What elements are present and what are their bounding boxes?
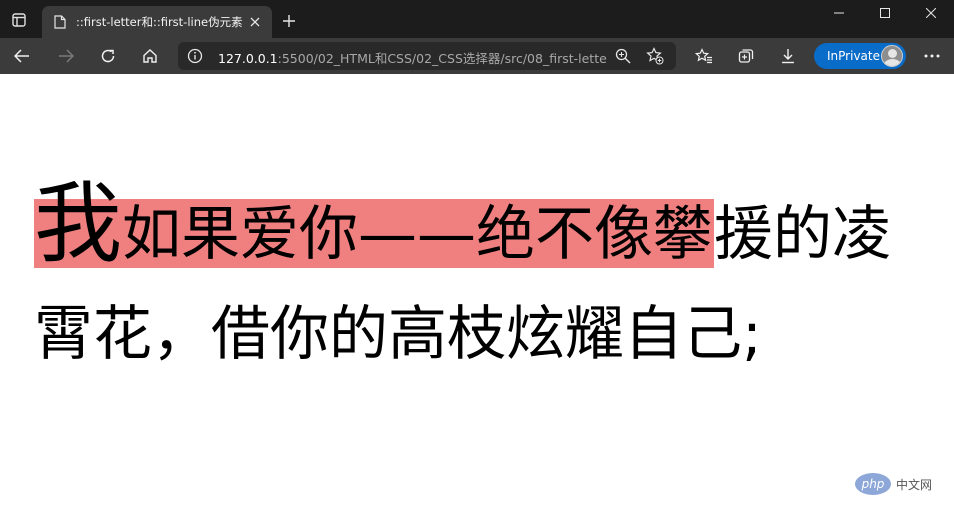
url-text[interactable]: 127.0.0.1:5500/02_HTML和CSS/02_CSS选择器/src… [218, 48, 608, 67]
back-arrow-icon[interactable] [8, 43, 36, 69]
add-favorite-icon[interactable] [644, 45, 666, 67]
inprivate-label: InPrivate [827, 49, 880, 63]
close-tab-icon[interactable] [246, 13, 264, 31]
maximize-icon[interactable] [862, 0, 908, 26]
watermark-text: 中文网 [896, 477, 933, 492]
page-content: 我如果爱你——绝不像攀援的凌霄花，借你的高枝炫耀自己; [0, 74, 954, 516]
favorites-icon[interactable] [690, 43, 718, 69]
site-info-icon[interactable] [186, 47, 204, 65]
refresh-icon[interactable] [94, 43, 122, 69]
site-watermark: php 中文网 [855, 471, 947, 497]
active-tab[interactable]: ::first-letter和::first-line伪元素 [42, 6, 272, 38]
first-line-text: 如果爱你——绝不像攀 [122, 199, 713, 268]
inprivate-button[interactable]: InPrivate [814, 43, 906, 69]
home-icon[interactable] [136, 43, 164, 69]
avatar [881, 45, 903, 67]
url-path: :5500/02_HTML和CSS/02_CSS选择器/src/08_first… [277, 51, 608, 66]
url-host: 127.0.0.1 [218, 51, 278, 66]
first-letter: 我 [34, 172, 123, 275]
downloads-icon[interactable] [774, 43, 802, 69]
new-tab-icon[interactable] [278, 10, 300, 32]
php-logo: php [855, 473, 891, 495]
more-options-icon[interactable] [918, 43, 946, 69]
tab-actions-icon[interactable] [8, 9, 30, 31]
title-bar: ::first-letter和::first-line伪元素 [0, 0, 954, 38]
tab-title: ::first-letter和::first-line伪元素 [76, 15, 243, 29]
minimize-icon[interactable] [816, 0, 862, 26]
address-bar[interactable]: 127.0.0.1:5500/02_HTML和CSS/02_CSS选择器/src… [178, 42, 676, 70]
collections-icon[interactable] [732, 43, 760, 69]
document-icon [52, 14, 68, 30]
first-line-highlight: 我如果爱你——绝不像攀 [34, 174, 715, 274]
navigation-toolbar: 127.0.0.1:5500/02_HTML和CSS/02_CSS选择器/src… [0, 38, 954, 74]
forward-arrow-icon[interactable] [52, 43, 80, 69]
poem-paragraph: 我如果爱你——绝不像攀援的凌霄花，借你的高枝炫耀自己; [34, 174, 918, 384]
close-window-icon[interactable] [908, 0, 954, 26]
zoom-icon[interactable] [612, 45, 634, 67]
